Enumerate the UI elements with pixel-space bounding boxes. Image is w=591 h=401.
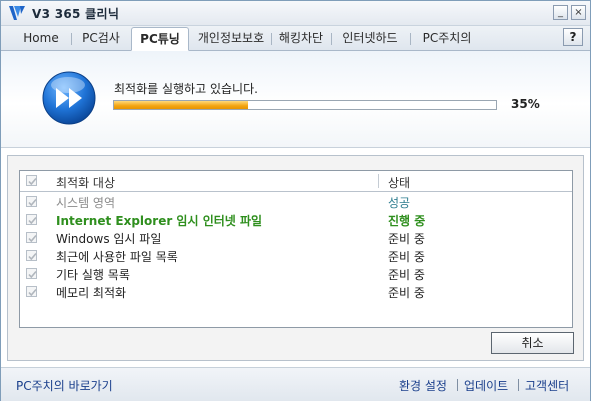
row-checkbox[interactable]: [26, 196, 37, 207]
row-status: 준비 중: [388, 268, 425, 282]
checkbox-checked-icon: [28, 252, 37, 261]
tab-pc-tuning[interactable]: PC튜닝: [131, 27, 189, 51]
tab-separator: [410, 33, 411, 45]
minimize-button[interactable]: _: [553, 5, 568, 20]
row-target: 기타 실행 목록: [56, 268, 130, 282]
select-all-checkbox[interactable]: [26, 175, 37, 186]
row-checkbox[interactable]: [26, 232, 37, 243]
column-separator: [378, 174, 379, 188]
checkbox-checked-icon: [28, 198, 37, 207]
app-window: V3 365 클리닉 _ × Home PC검사 PC튜닝 개인정보보호 해킹차…: [0, 0, 591, 401]
row-target: 최근에 사용한 파일 목록: [56, 250, 178, 264]
tab-pc-doctor[interactable]: PC주치의: [413, 28, 481, 50]
optimization-panel: 최적화 대상 상태 시스템 영역 성공 Internet Explorer 임시…: [7, 155, 584, 361]
support-link[interactable]: 고객센터: [525, 377, 569, 394]
progress-bar: [113, 100, 497, 110]
tab-pc-scan[interactable]: PC검사: [73, 28, 129, 50]
checkbox-checked-icon: [28, 270, 37, 279]
fast-forward-icon: [42, 71, 96, 125]
checkbox-checked-icon: [28, 216, 37, 225]
optimization-list: 최적화 대상 상태 시스템 영역 성공 Internet Explorer 임시…: [19, 170, 573, 328]
settings-link[interactable]: 환경 설정: [399, 377, 447, 394]
close-button[interactable]: ×: [571, 5, 586, 20]
v3-logo-icon: [9, 6, 25, 20]
progress-fill: [114, 101, 248, 109]
tab-separator: [71, 33, 72, 45]
column-header-status[interactable]: 상태: [388, 174, 410, 191]
tab-bar: Home PC검사 PC튜닝 개인정보보호 해킹차단 인터넷하드 PC주치의 ?: [1, 26, 590, 51]
row-status: 성공: [388, 196, 411, 210]
tab-privacy[interactable]: 개인정보보호: [191, 28, 271, 50]
row-target: Internet Explorer 임시 인터넷 파일: [56, 214, 263, 228]
title-bar: V3 365 클리닉 _ ×: [1, 1, 590, 26]
status-message: 최적화를 실행하고 있습니다.: [114, 82, 258, 96]
tab-hacking-block[interactable]: 해킹차단: [272, 28, 330, 50]
progress-percent: 35%: [511, 97, 540, 111]
checkbox-checked-icon: [28, 288, 37, 297]
cancel-button[interactable]: 취소: [491, 332, 574, 354]
row-checkbox[interactable]: [26, 214, 37, 225]
checkbox-checked-icon: [28, 177, 37, 186]
list-header: 최적화 대상 상태: [20, 171, 572, 192]
row-status: 준비 중: [388, 250, 425, 264]
row-status: 준비 중: [388, 232, 425, 246]
row-checkbox[interactable]: [26, 286, 37, 297]
footer-separator: [518, 379, 519, 391]
row-checkbox[interactable]: [26, 250, 37, 261]
row-checkbox[interactable]: [26, 268, 37, 279]
progress-header: 최적화를 실행하고 있습니다. 35%: [1, 51, 590, 148]
footer-bar: PC주치의 바로가기 환경 설정 업데이트 고객센터: [1, 367, 590, 401]
column-header-target[interactable]: 최적화 대상: [56, 174, 115, 191]
checkbox-checked-icon: [28, 234, 37, 243]
footer-separator: [457, 379, 458, 391]
pc-doctor-shortcut-link[interactable]: PC주치의 바로가기: [16, 377, 113, 394]
row-status: 진행 중: [388, 214, 426, 228]
row-status: 준비 중: [388, 286, 425, 300]
row-target: 메모리 최적화: [56, 286, 127, 300]
update-link[interactable]: 업데이트: [464, 377, 508, 394]
help-button[interactable]: ?: [563, 28, 583, 46]
row-target: Windows 임시 파일: [56, 232, 162, 246]
tab-home[interactable]: Home: [13, 28, 69, 50]
window-title: V3 365 클리닉: [32, 7, 120, 21]
row-target: 시스템 영역: [56, 196, 116, 210]
tab-internet-hard[interactable]: 인터넷하드: [332, 28, 408, 50]
